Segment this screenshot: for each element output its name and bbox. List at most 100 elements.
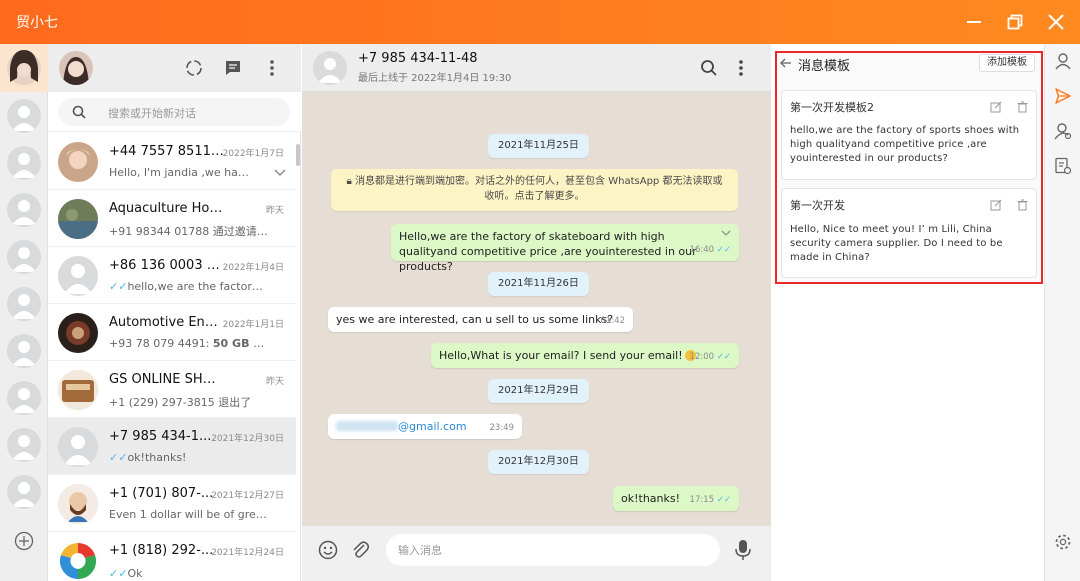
date-divider: 2021年11月26日 — [488, 272, 589, 296]
account-slot[interactable] — [7, 287, 41, 321]
outgoing-message[interactable]: ok!thanks! 17:15 ✓✓ — [613, 486, 739, 511]
message-text: ok!thanks! — [621, 492, 681, 505]
conversation-header[interactable]: +7 985 434-11-48 最后上线于 2022年1月4日 19:30 — [302, 44, 771, 92]
active-account[interactable] — [0, 44, 48, 92]
account-rail — [0, 44, 48, 581]
account-slot[interactable] — [7, 240, 41, 274]
close-button[interactable] — [1042, 8, 1070, 36]
template-panel-header: 消息模板 添加模板 — [777, 53, 1041, 77]
trash-icon[interactable] — [1017, 101, 1028, 113]
account-slot[interactable] — [7, 146, 41, 180]
chat-preview: ✓✓hello,we are the factory of sp... — [109, 280, 269, 293]
account-slot[interactable] — [7, 428, 41, 462]
chat-date: 2022年1月4日 — [222, 263, 284, 273]
chat-avatar — [58, 256, 98, 296]
redacted-blur — [336, 421, 398, 431]
account-slot[interactable] — [7, 193, 41, 227]
customer-button[interactable] — [1054, 122, 1072, 140]
encryption-notice[interactable]: 🔒︎ 消息都是进行端到端加密。对话之外的任何人，甚至包含 WhatsApp 都无… — [331, 169, 738, 211]
chat-bubble-icon — [226, 61, 240, 75]
contact-photo-icon — [58, 142, 98, 182]
account-slot[interactable] — [7, 381, 41, 415]
search-input[interactable]: 搜索或开始新对话 — [58, 98, 290, 126]
new-chat-button[interactable] — [223, 58, 243, 78]
template-panel-title: 消息模板 — [798, 59, 851, 74]
chat-search-bar: 搜索或开始新对话 — [48, 92, 301, 132]
read-ticks-icon: ✓✓ — [716, 352, 731, 362]
chat-list-item[interactable]: +86 136 0003 8... 2022年1月4日 ✓✓hello,we a… — [48, 247, 296, 304]
account-slot[interactable] — [7, 475, 41, 509]
notes-button[interactable] — [1054, 157, 1072, 175]
chat-avatar — [58, 199, 98, 239]
chat-name: GS ONLINE SHOPPING — [109, 372, 224, 387]
status-ring-icon — [186, 60, 202, 76]
minimize-button[interactable] — [960, 8, 988, 36]
chat-preview: ✓✓ok!thanks! — [109, 451, 187, 464]
title-bar: 贸小七 — [0, 0, 1080, 44]
edit-icon[interactable] — [990, 199, 1002, 211]
template-body-line: Hello, Nice to meet you! I’ m Lili, Chin… — [790, 224, 992, 235]
chat-date: 昨天 — [265, 377, 284, 387]
template-send-button[interactable] — [1054, 87, 1072, 105]
emoji-button[interactable] — [318, 540, 338, 560]
chat-list-item[interactable]: +1 (701) 807-... 2021年12月27日 Even 1 doll… — [48, 475, 296, 532]
chevron-down-icon[interactable] — [721, 230, 731, 237]
chat-menu-button[interactable] — [732, 58, 750, 78]
outgoing-message[interactable]: Hello,What is your email? I send your em… — [431, 343, 739, 368]
restore-button[interactable] — [1001, 8, 1029, 36]
chevron-down-icon[interactable] — [274, 169, 286, 177]
incoming-message[interactable]: yes we are interested, can u sell to us … — [328, 307, 633, 332]
back-arrow-icon[interactable] — [780, 57, 792, 69]
group-photo-icon — [58, 370, 98, 410]
contact-avatar[interactable] — [313, 51, 347, 85]
person-placeholder-icon — [12, 388, 36, 413]
document-settings-icon — [1055, 157, 1072, 175]
template-body-line: youinterested in our products? — [790, 153, 948, 164]
email-link[interactable]: @gmail.com — [398, 420, 467, 433]
account-avatar-icon — [7, 50, 41, 85]
trash-icon[interactable] — [1017, 199, 1028, 211]
chat-name: Aquaculture Hotspot ... — [109, 201, 224, 216]
paperclip-icon — [353, 541, 370, 558]
template-title: 第一次开发 — [790, 199, 845, 212]
add-account-button[interactable] — [14, 531, 34, 551]
search-placeholder: 搜索或开始新对话 — [108, 107, 196, 120]
incoming-message[interactable]: @gmail.com 23:49 — [328, 414, 522, 439]
template-card[interactable]: 第一次开发 Hello, Nice to meet you! I’ m Lili… — [781, 188, 1037, 278]
chat-preview: Even 1 dollar will be of great help — [109, 508, 269, 521]
voice-button[interactable] — [735, 539, 751, 561]
status-button[interactable] — [184, 58, 204, 78]
search-messages-button[interactable] — [700, 59, 718, 77]
chat-name: +44 7557 851104 — [109, 144, 224, 159]
template-body-line: made in China? — [790, 252, 870, 263]
message-composer: 输入消息 — [302, 526, 771, 581]
outgoing-message[interactable]: Hello,we are the factory of skateboard w… — [391, 224, 739, 273]
menu-button[interactable] — [262, 58, 282, 78]
contact-info-button[interactable] — [1054, 52, 1072, 70]
chat-list-item[interactable]: Automotive Engi... 2022年1月1日 +93 78 079 … — [48, 304, 296, 361]
chat-date: 2021年12月27日 — [211, 491, 284, 501]
user-search-icon — [1054, 123, 1072, 140]
microphone-icon — [735, 540, 751, 560]
add-template-button[interactable]: 添加模板 — [979, 54, 1035, 72]
person-placeholder-icon — [12, 200, 36, 225]
template-card[interactable]: 第一次开发模板2 hello,we are the factory of spo… — [781, 90, 1037, 180]
chat-list-item[interactable]: +1 (818) 292-... 2021年12月24日 ✓✓Ok — [48, 532, 296, 581]
message-input[interactable]: 输入消息 — [386, 534, 720, 566]
chat-list-item[interactable]: +44 7557 851104 2022年1月7日 Hello, I'm jan… — [48, 133, 296, 190]
profile-avatar[interactable] — [59, 51, 93, 85]
attach-button[interactable] — [350, 540, 370, 560]
settings-button[interactable] — [1054, 533, 1072, 551]
chat-list-item[interactable]: GS ONLINE SHOPPING 昨天 +1 (229) 297-3815 … — [48, 361, 296, 418]
chat-list-scrollbar[interactable] — [296, 144, 300, 166]
search-icon — [72, 105, 86, 119]
lock-icon: 🔒︎ — [346, 176, 352, 187]
account-slot[interactable] — [7, 334, 41, 368]
account-slot[interactable] — [7, 99, 41, 133]
date-divider: 2021年12月29日 — [488, 379, 589, 403]
chat-list-item[interactable]: +7 985 434-1... 2021年12月30日 ✓✓ok!thanks! — [48, 418, 296, 475]
plus-circle-icon — [14, 531, 34, 551]
chat-list-item[interactable]: Aquaculture Hotspot ... 昨天 +91 98344 017… — [48, 190, 296, 247]
edit-icon[interactable] — [990, 101, 1002, 113]
user-icon — [1055, 53, 1071, 70]
